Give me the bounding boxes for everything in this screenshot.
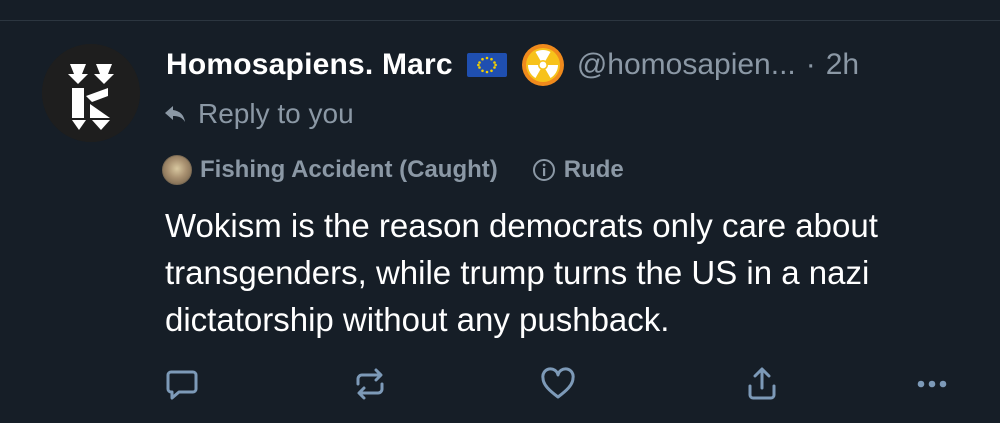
handle[interactable]: @homosapien... [577, 48, 796, 82]
display-name[interactable]: Homosapiens. Marc [166, 48, 453, 82]
comment-icon [166, 370, 198, 400]
label-fishing-accident[interactable]: Fishing Accident (Caught) [162, 155, 498, 185]
labeler-avatar-icon [162, 155, 192, 185]
post-header: Homosapiens. Marc @homosapien... · 2h [166, 44, 986, 86]
top-divider [0, 20, 1000, 21]
avatar-image [42, 44, 140, 142]
share-icon [748, 367, 776, 400]
label-text: Fishing Accident (Caught) [200, 156, 498, 183]
reply-arrow-icon [165, 106, 185, 122]
reply-button[interactable] [160, 362, 204, 406]
avatar[interactable] [42, 44, 140, 142]
heart-icon [541, 367, 575, 399]
reply-context[interactable]: Reply to you [164, 96, 354, 132]
separator: · [805, 48, 816, 81]
label-rude[interactable]: Rude [532, 156, 624, 184]
action-bar [0, 362, 1000, 406]
repost-button[interactable] [348, 362, 392, 406]
radioactive-icon [521, 43, 565, 87]
more-icon [917, 380, 947, 388]
like-button[interactable] [536, 362, 580, 406]
timestamp[interactable]: 2h [826, 48, 859, 82]
share-button[interactable] [740, 362, 784, 406]
more-button[interactable] [910, 362, 954, 406]
info-icon [532, 159, 555, 181]
moderation-labels: Fishing Accident (Caught) Rude [162, 150, 624, 190]
post-text: Wokism is the reason democrats only care… [165, 207, 878, 338]
repost-icon [356, 368, 384, 400]
label-text: Rude [563, 156, 624, 183]
reply-context-label: Reply to you [198, 98, 354, 129]
eu-flag-icon [466, 51, 507, 79]
